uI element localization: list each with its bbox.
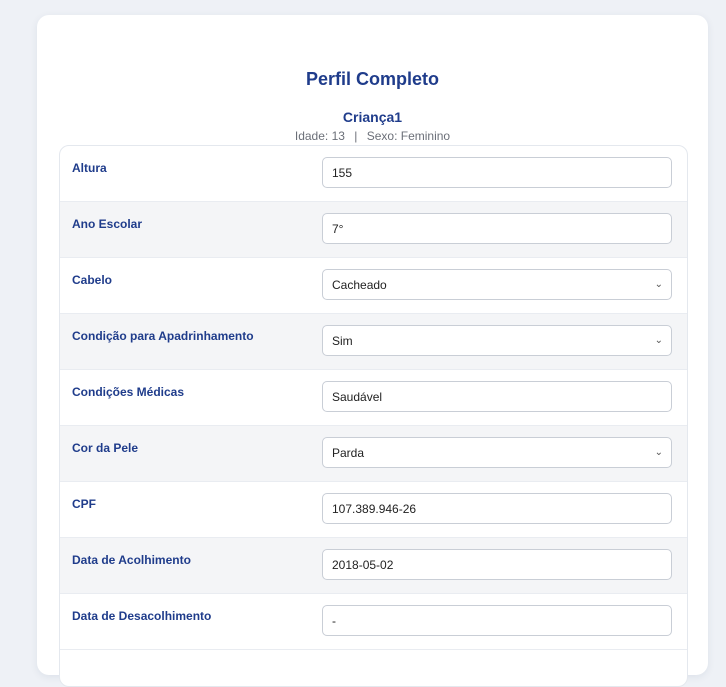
- field-value: 7°: [332, 222, 344, 236]
- field-label: Cabelo: [72, 273, 113, 287]
- field-label: Cor da Pele: [72, 441, 139, 455]
- field-label: Condições Médicas: [72, 385, 185, 399]
- field-row-cor-da-pele: Cor da Pele Parda ⌄: [60, 426, 687, 482]
- field-row-ano-escolar: Ano Escolar 7°: [60, 202, 687, 258]
- field-row-altura: Altura 155: [60, 146, 687, 202]
- field-row-cpf: CPF 107.389.946-26: [60, 482, 687, 538]
- profile-fields-table: Altura 155 Ano Escolar 7° Cabelo Cachead…: [59, 145, 688, 687]
- sex-text: Sexo: Feminino: [366, 129, 451, 143]
- field-label: Data de Desacolhimento: [72, 609, 212, 623]
- cpf-input[interactable]: 107.389.946-26: [322, 493, 672, 524]
- field-label: Condição para Apadrinhamento: [72, 329, 254, 343]
- cor-da-pele-select[interactable]: Parda ⌄: [322, 437, 672, 468]
- field-label: Altura: [72, 161, 107, 175]
- page-title: Perfil Completo: [305, 69, 439, 89]
- field-value: 2018-05-02: [332, 558, 394, 572]
- field-row-data-desacolhimento: Data de Desacolhimento -: [60, 594, 687, 650]
- profile-card: Perfil Completo Criança1 Idade: 13 | Sex…: [37, 15, 708, 687]
- field-label: Data de Acolhimento: [72, 553, 191, 567]
- child-meta: Idade: 13 | Sexo: Feminino: [37, 129, 708, 143]
- field-row-cabelo: Cabelo Cacheado ⌄: [60, 258, 687, 314]
- cabelo-select[interactable]: Cacheado ⌄: [322, 269, 672, 300]
- field-value: Parda: [332, 446, 365, 460]
- field-value: Sim: [332, 334, 353, 348]
- age-text: Idade: 13: [294, 129, 345, 143]
- chevron-down-icon: ⌄: [654, 335, 663, 346]
- field-value: 155: [332, 166, 353, 180]
- condicao-apadrinhamento-select[interactable]: Sim ⌄: [322, 325, 672, 356]
- field-value: Saudável: [332, 390, 383, 404]
- child-name: Criança1: [342, 109, 403, 125]
- condicoes-medicas-input[interactable]: Saudável: [322, 381, 672, 412]
- data-acolhimento-input[interactable]: 2018-05-02: [322, 549, 672, 580]
- field-value: -: [332, 614, 336, 628]
- chevron-down-icon: ⌄: [654, 447, 663, 458]
- data-desacolhimento-input[interactable]: -: [322, 605, 672, 636]
- field-row-condicao-apadrinhamento: Condição para Apadrinhamento Sim ⌄: [60, 314, 687, 370]
- field-value: 107.389.946-26: [332, 502, 417, 516]
- altura-input[interactable]: 155: [322, 157, 672, 188]
- field-label: CPF: [72, 497, 96, 511]
- chevron-down-icon: ⌄: [654, 279, 663, 290]
- field-label: Ano Escolar: [72, 217, 143, 231]
- meta-separator: |: [354, 129, 358, 143]
- ano-escolar-input[interactable]: 7°: [322, 213, 672, 244]
- field-row-data-acolhimento: Data de Acolhimento 2018-05-02: [60, 538, 687, 594]
- field-row-condicoes-medicas: Condições Médicas Saudável: [60, 370, 687, 426]
- field-value: Cacheado: [332, 278, 387, 292]
